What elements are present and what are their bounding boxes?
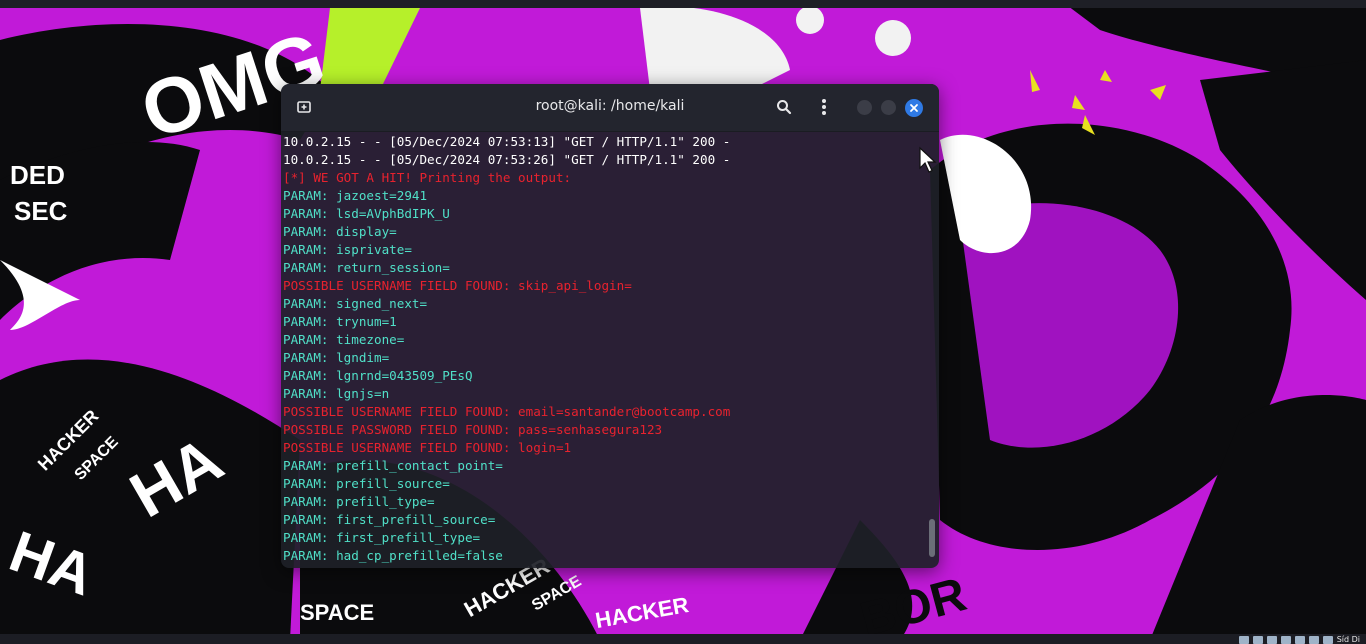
tray-icon[interactable]: [1238, 636, 1249, 644]
terminal-line: PARAM: first_prefill_source=: [283, 512, 496, 527]
tray-icon[interactable]: [1252, 636, 1263, 644]
close-icon: [910, 104, 918, 112]
mouse-cursor-icon: [919, 146, 937, 173]
minimize-button[interactable]: [857, 100, 872, 115]
terminal-line: POSSIBLE USERNAME FIELD FOUND: login=1: [283, 440, 572, 455]
terminal-scrollbar[interactable]: [929, 519, 935, 557]
tray-icon[interactable]: [1308, 636, 1319, 644]
tray-icon[interactable]: [1322, 636, 1333, 644]
terminal-line: PARAM: jazoest=2941: [283, 188, 428, 203]
terminal-line: PARAM: lgndim=: [283, 350, 390, 365]
terminal-line: PARAM: had_cp_prefilled=false: [283, 548, 503, 563]
terminal-line: POSSIBLE PASSWORD FIELD FOUND: pass=senh…: [283, 422, 663, 437]
terminal-output[interactable]: 10.0.2.15 - - [05/Dec/2024 07:53:13] "GE…: [283, 132, 925, 568]
terminal-line: PARAM: return_session=: [283, 260, 450, 275]
terminal-line: PARAM: signed_next=: [283, 296, 428, 311]
wallpaper-text-sec: SEC: [14, 196, 68, 226]
tray-icon[interactable]: [1280, 636, 1291, 644]
wallpaper-text-space-3: SPACE: [300, 600, 375, 625]
tray-icon[interactable]: [1294, 636, 1305, 644]
terminal-line: PARAM: prefill_contact_point=: [283, 458, 503, 473]
system-tray: Síd Di: [1238, 634, 1360, 644]
terminal-line: PARAM: lgnrnd=043509_PEsQ: [283, 368, 473, 383]
terminal-line: PARAM: prefill_source=: [283, 476, 450, 491]
terminal-window[interactable]: root@kali: /home/kali 10.0.2.15 - - [05/…: [281, 84, 939, 568]
menu-button[interactable]: [813, 96, 835, 118]
tray-icon[interactable]: [1266, 636, 1277, 644]
search-icon: [777, 100, 792, 115]
terminal-titlebar[interactable]: root@kali: /home/kali: [281, 84, 939, 132]
terminal-line: POSSIBLE USERNAME FIELD FOUND: skip_api_…: [283, 278, 632, 293]
terminal-line: PARAM: prefill_type=: [283, 494, 435, 509]
close-button[interactable]: [905, 99, 923, 117]
terminal-line: PARAM: trynum=1: [283, 314, 397, 329]
terminal-line: PARAM: first_prefill_type=: [283, 530, 481, 545]
terminal-line: PARAM: display=: [283, 224, 397, 239]
terminal-line: [*] WE GOT A HIT! Printing the output:: [283, 170, 572, 185]
bottom-panel: Síd Di: [0, 634, 1366, 644]
window-title: root@kali: /home/kali: [535, 98, 685, 114]
terminal-line: POSSIBLE USERNAME FIELD FOUND: email=san…: [283, 404, 731, 419]
terminal-line: PARAM: lgnjs=n: [283, 386, 390, 401]
search-button[interactable]: [773, 96, 795, 118]
wallpaper-text-ded: DED: [10, 160, 65, 190]
tray-label: Síd Di: [1336, 635, 1360, 644]
terminal-line: PARAM: timezone=: [283, 332, 405, 347]
terminal-line: 10.0.2.15 - - [05/Dec/2024 07:53:26] "GE…: [283, 152, 731, 167]
terminal-line: PARAM: lsd=AVphBdIPK_U: [283, 206, 450, 221]
maximize-button[interactable]: [881, 100, 896, 115]
terminal-line: PARAM: isprivate=: [283, 242, 412, 257]
top-panel: [0, 0, 1366, 8]
terminal-line: 10.0.2.15 - - [05/Dec/2024 07:53:13] "GE…: [283, 134, 731, 149]
kebab-menu-icon: [822, 99, 826, 115]
